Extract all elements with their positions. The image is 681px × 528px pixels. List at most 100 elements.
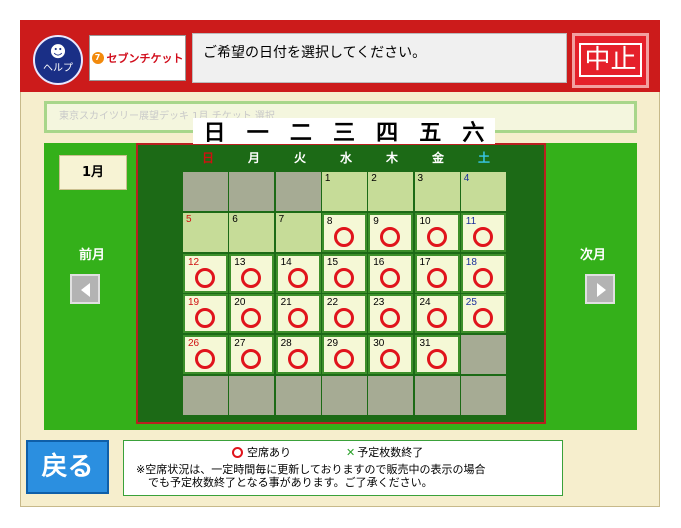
day-number: 14 bbox=[280, 256, 292, 268]
weekday-label: 月 bbox=[247, 151, 260, 165]
calendar-day: 3 bbox=[414, 172, 460, 211]
day-number: 24 bbox=[419, 297, 431, 309]
calendar-day[interactable]: 27 bbox=[229, 335, 275, 375]
month-tab[interactable]: 1月 bbox=[59, 155, 127, 190]
day-number: 4 bbox=[463, 173, 470, 184]
calendar-day[interactable]: 30 bbox=[368, 335, 414, 375]
available-circle-icon bbox=[333, 226, 354, 247]
day-number: 25 bbox=[465, 297, 477, 309]
circle-icon bbox=[232, 447, 243, 458]
available-circle-icon bbox=[195, 349, 215, 370]
calendar-day[interactable]: 10 bbox=[414, 212, 460, 252]
available-circle-icon bbox=[380, 226, 401, 247]
available-circle-icon bbox=[472, 308, 493, 329]
prev-month-button[interactable] bbox=[70, 274, 100, 304]
calendar-day[interactable]: 9 bbox=[368, 212, 414, 252]
available-circle-icon bbox=[287, 267, 308, 288]
calendar-cell-empty bbox=[460, 376, 506, 415]
calendar-day[interactable]: 8 bbox=[321, 212, 367, 252]
day-number: 8 bbox=[326, 215, 333, 227]
available-circle-icon bbox=[333, 267, 354, 288]
calendar-day[interactable]: 15 bbox=[321, 253, 367, 293]
instruction-message: ご希望の日付を選択してください。 bbox=[192, 33, 567, 83]
calendar-day[interactable]: 29 bbox=[321, 335, 367, 375]
weekday-label: 木 bbox=[385, 151, 398, 165]
day-number: 16 bbox=[373, 256, 385, 268]
weekday-label: 火 bbox=[293, 151, 306, 165]
calendar-day[interactable]: 21 bbox=[275, 294, 321, 334]
calendar-day[interactable]: 28 bbox=[275, 335, 321, 375]
legend-row: 空席あり ✕ 予定枚数終了 bbox=[232, 444, 423, 460]
calendar-day: 6 bbox=[229, 212, 275, 252]
available-circle-icon bbox=[426, 267, 447, 288]
calendar-day: 7 bbox=[275, 212, 321, 252]
calendar-cell-empty bbox=[460, 335, 506, 375]
calendar-day[interactable]: 26 bbox=[183, 335, 228, 375]
day-number: 3 bbox=[417, 173, 424, 184]
calendar-day[interactable]: 17 bbox=[414, 253, 460, 293]
calendar-day[interactable]: 12 bbox=[183, 253, 228, 293]
available-circle-icon bbox=[241, 267, 262, 288]
available-circle-icon bbox=[472, 267, 493, 288]
day-number: 17 bbox=[419, 256, 431, 268]
calendar-day[interactable]: 16 bbox=[368, 253, 414, 293]
day-number: 2 bbox=[371, 173, 377, 184]
weekday-heading-item: 二 bbox=[289, 121, 312, 146]
calendar-day[interactable]: 11 bbox=[460, 212, 506, 252]
calendar-day[interactable]: 19 bbox=[183, 294, 228, 334]
calendar-day[interactable]: 23 bbox=[368, 294, 414, 334]
calendar-day: 1 bbox=[321, 172, 367, 211]
weekday-label: 金 bbox=[431, 151, 444, 165]
calendar-day[interactable]: 18 bbox=[460, 253, 506, 293]
calendar-day[interactable]: 31 bbox=[414, 335, 460, 375]
day-number: 23 bbox=[373, 297, 385, 309]
available-circle-icon bbox=[287, 308, 308, 329]
weekday-label: 土 bbox=[477, 151, 490, 165]
available-circle-icon bbox=[287, 349, 308, 370]
calendar-day[interactable]: 22 bbox=[321, 294, 367, 334]
day-number: 21 bbox=[280, 297, 292, 309]
calendar-cell-empty bbox=[368, 376, 414, 415]
left-arrow-icon bbox=[81, 283, 90, 297]
logo-text: セブンチケット bbox=[106, 52, 184, 65]
available-circle-icon bbox=[426, 308, 447, 329]
calendar-day[interactable]: 14 bbox=[275, 253, 321, 293]
x-mark-icon: ✕ bbox=[346, 446, 356, 459]
available-circle-icon bbox=[241, 308, 262, 329]
weekday-heading-item: 日 bbox=[203, 121, 226, 146]
calendar-day[interactable]: 24 bbox=[414, 294, 460, 334]
calendar-day[interactable]: 13 bbox=[229, 253, 275, 293]
calendar-day[interactable]: 20 bbox=[229, 294, 275, 334]
weekday-heading-item: 一 bbox=[246, 121, 269, 146]
next-month-button[interactable] bbox=[585, 274, 615, 304]
available-circle-icon bbox=[195, 308, 215, 329]
calendar-cell-empty bbox=[321, 376, 367, 415]
note-line: ※空席状況は、一定時間毎に更新しておりますので販売中の表示の場合 bbox=[136, 463, 486, 476]
prev-month-label: 前月 bbox=[79, 248, 106, 263]
help-label: ヘルプ bbox=[43, 63, 73, 74]
weekday-heading-item: 五 bbox=[419, 121, 442, 146]
available-circle-icon bbox=[472, 226, 493, 247]
calendar-cell-empty bbox=[183, 172, 228, 211]
note-line: でも予定枚数終了となる事があります。ご了承ください。 bbox=[148, 476, 433, 489]
weekday-label: 水 bbox=[339, 151, 352, 165]
weekday-labels: 日 月 火 水 木 金 土 bbox=[185, 149, 507, 167]
available-circle-icon bbox=[195, 267, 215, 288]
weekday-heading-item: 四 bbox=[376, 121, 399, 146]
help-button[interactable]: ☻ ヘルプ bbox=[33, 35, 83, 85]
weekday-heading-item: 六 bbox=[462, 121, 485, 146]
legend-note: ※空席状況は、一定時間毎に更新しておりますので販売中の表示の場合 でも予定枚数終… bbox=[136, 463, 486, 489]
calendar-day[interactable]: 25 bbox=[460, 294, 506, 334]
available-circle-icon bbox=[426, 349, 447, 370]
calendar-cell-empty bbox=[275, 172, 321, 211]
calendar-cell-empty bbox=[414, 376, 460, 415]
day-number: 1 bbox=[324, 173, 331, 184]
logo-mark-icon: 7 bbox=[91, 52, 104, 64]
back-button[interactable]: 戻る bbox=[26, 440, 109, 494]
stop-button[interactable]: 中止 bbox=[572, 33, 649, 88]
day-number: 26 bbox=[188, 338, 200, 350]
calendar-day: 2 bbox=[368, 172, 414, 211]
day-number: 13 bbox=[234, 256, 246, 268]
day-number: 12 bbox=[188, 256, 200, 268]
day-number: 6 bbox=[232, 213, 238, 225]
